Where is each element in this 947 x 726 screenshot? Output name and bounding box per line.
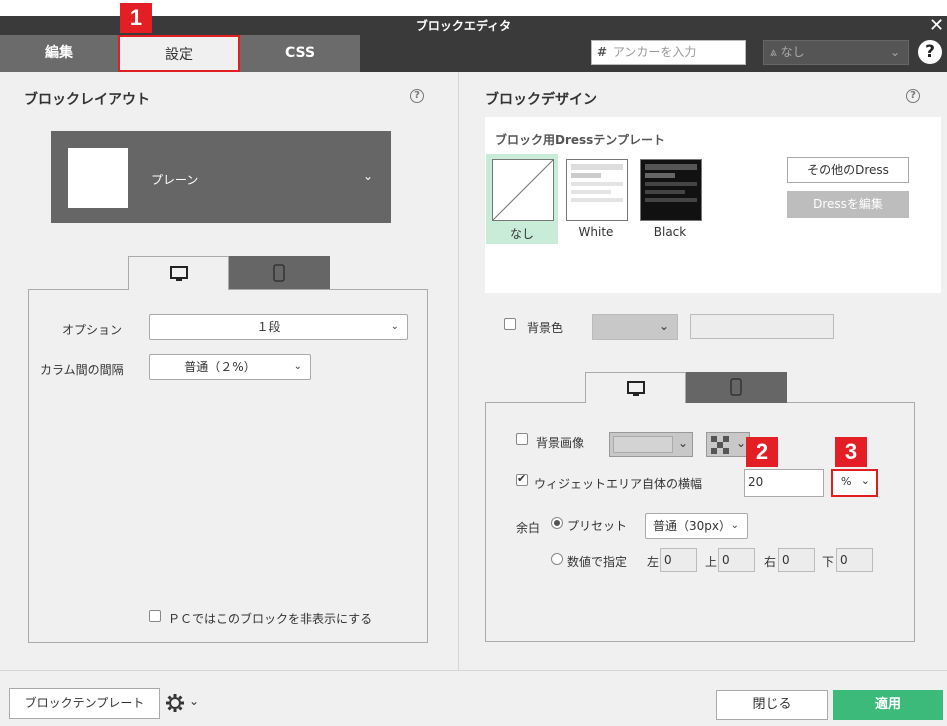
apply-button[interactable]: 適用 — [833, 690, 943, 720]
preset-value: 普通（30px） — [653, 519, 731, 533]
preset-radio[interactable] — [551, 517, 563, 529]
edit-dress-button[interactable]: Dressを編集 — [787, 191, 909, 218]
bg-image-label: 背景画像 — [536, 436, 585, 450]
dress-item-black[interactable]: Black — [634, 154, 706, 244]
chevron-down-icon: ⌄ — [189, 694, 200, 708]
chevron-down-icon: ⌄ — [730, 520, 739, 531]
dress-thumb-white — [566, 159, 628, 221]
chevron-down-icon: ⌄ — [889, 45, 900, 59]
anchor-select-icon: ⩓ — [770, 45, 781, 59]
design-help-icon[interactable]: ? — [906, 89, 920, 103]
dress-panel: ブロック用Dressテンプレート なし White Black その他のDres… — [485, 117, 941, 293]
layout-selector[interactable]: プレーン ⌄ — [51, 131, 391, 223]
tab-desktop[interactable] — [128, 256, 229, 290]
slash-icon — [493, 160, 553, 220]
numeric-radio[interactable] — [551, 553, 563, 565]
top-margin-label: 上 — [705, 555, 718, 569]
dress-thumb-none — [492, 159, 554, 221]
monitor-icon — [627, 381, 645, 396]
widget-width-checkbox[interactable] — [516, 472, 528, 486]
anchor-placeholder: アンカーを入力 — [612, 45, 697, 59]
checker-icon — [711, 436, 729, 454]
option-select[interactable]: １段 ⌄ — [149, 314, 408, 340]
margin-label: 余白 — [516, 521, 541, 535]
bg-color-select[interactable]: ⌄ — [592, 314, 678, 340]
bg-image-checkbox[interactable] — [516, 433, 528, 445]
right-margin-label: 右 — [764, 555, 777, 569]
tab-edit[interactable]: 編集 — [0, 35, 118, 72]
anchor-input[interactable]: # アンカーを入力 — [591, 40, 746, 65]
chevron-down-icon: ⌄ — [658, 319, 669, 333]
chevron-down-icon: ⌄ — [735, 436, 746, 450]
bg-image-preview — [613, 436, 673, 453]
block-template-button[interactable]: ブロックテンプレート — [9, 688, 160, 719]
settings-menu-button[interactable]: ⌄ — [165, 691, 203, 717]
help-icon[interactable]: ? — [918, 40, 942, 64]
bg-color-checkbox[interactable] — [504, 318, 516, 330]
widget-width-unit-select[interactable]: % ⌄ — [831, 469, 878, 497]
close-icon[interactable]: ✕ — [929, 17, 944, 35]
layout-thumbnail — [68, 148, 128, 208]
gap-select[interactable]: 普通（２%） ⌄ — [149, 354, 311, 380]
close-button[interactable]: 閉じる — [716, 690, 828, 720]
tab-desktop-right[interactable] — [585, 372, 686, 403]
bg-image-select[interactable]: ⌄ — [609, 432, 693, 457]
right-margin-input[interactable]: 0 — [778, 548, 815, 572]
dress-thumb-black — [640, 159, 702, 221]
hide-pc-label: ＰＣではこのブロックを非表示にする — [168, 612, 373, 626]
badge-1: 1 — [120, 3, 152, 33]
dress-name-none: なし — [509, 227, 534, 241]
gap-label: カラム間の間隔 — [40, 363, 124, 377]
tab-mobile[interactable] — [229, 256, 330, 289]
other-dress-button[interactable]: その他のDress — [787, 157, 909, 183]
anchor-select[interactable]: ⩓ なし ⌄ — [763, 40, 909, 65]
bg-color-label: 背景色 — [527, 321, 564, 335]
gap-value: 普通（２%） — [184, 360, 256, 374]
widget-width-label: ウィジェットエリア自体の横幅 — [534, 477, 703, 491]
block-layout-title: ブロックレイアウト — [24, 92, 150, 108]
footer-divider — [0, 670, 947, 671]
top-margin-input[interactable]: 0 — [718, 548, 755, 572]
chevron-down-icon: ⌄ — [860, 474, 870, 487]
badge-2: 2 — [746, 437, 778, 467]
left-margin-input[interactable]: 0 — [660, 548, 697, 572]
bottom-margin-label: 下 — [822, 555, 835, 569]
left-margin-label: 左 — [647, 555, 660, 569]
bg-color-input[interactable] — [690, 314, 834, 339]
layout-value: プレーン — [151, 173, 199, 187]
preset-label: プリセット — [567, 519, 628, 533]
dress-caption: ブロック用Dressテンプレート — [495, 133, 665, 147]
tab-mobile-right[interactable] — [686, 372, 787, 403]
phone-icon — [730, 378, 742, 396]
unit-value: % — [841, 475, 852, 488]
dress-item-white[interactable]: White — [560, 154, 632, 244]
numeric-label: 数値で指定 — [567, 555, 628, 569]
hash-icon: # — [597, 45, 608, 59]
dress-name-white: White — [578, 225, 614, 239]
bottom-margin-input[interactable]: 0 — [836, 548, 873, 572]
dress-item-none[interactable]: なし — [486, 154, 558, 244]
chevron-down-icon: ⌄ — [390, 321, 399, 332]
chevron-down-icon: ⌄ — [677, 436, 688, 450]
layout-help-icon[interactable]: ? — [410, 89, 424, 103]
tab-settings[interactable]: 設定 — [118, 35, 240, 72]
option-value: １段 — [256, 320, 281, 334]
preset-select[interactable]: 普通（30px） ⌄ — [645, 513, 748, 539]
phone-icon — [273, 264, 285, 282]
anchor-select-value: なし — [780, 45, 805, 59]
option-label: オプション — [62, 323, 123, 337]
widget-width-input[interactable]: 20 — [744, 469, 824, 497]
chevron-down-icon: ⌄ — [293, 361, 302, 372]
left-device-panel — [28, 289, 428, 643]
gear-icon — [166, 694, 184, 712]
hide-pc-checkbox[interactable] — [149, 610, 161, 622]
panel-divider — [458, 72, 459, 670]
monitor-icon — [170, 266, 188, 281]
bg-pattern-select[interactable]: ⌄ — [706, 432, 750, 457]
tab-css[interactable]: CSS — [240, 35, 360, 72]
dress-name-black: Black — [653, 225, 687, 239]
block-design-title: ブロックデザイン — [485, 92, 597, 108]
badge-3: 3 — [835, 437, 867, 467]
chevron-down-icon: ⌄ — [363, 169, 374, 183]
